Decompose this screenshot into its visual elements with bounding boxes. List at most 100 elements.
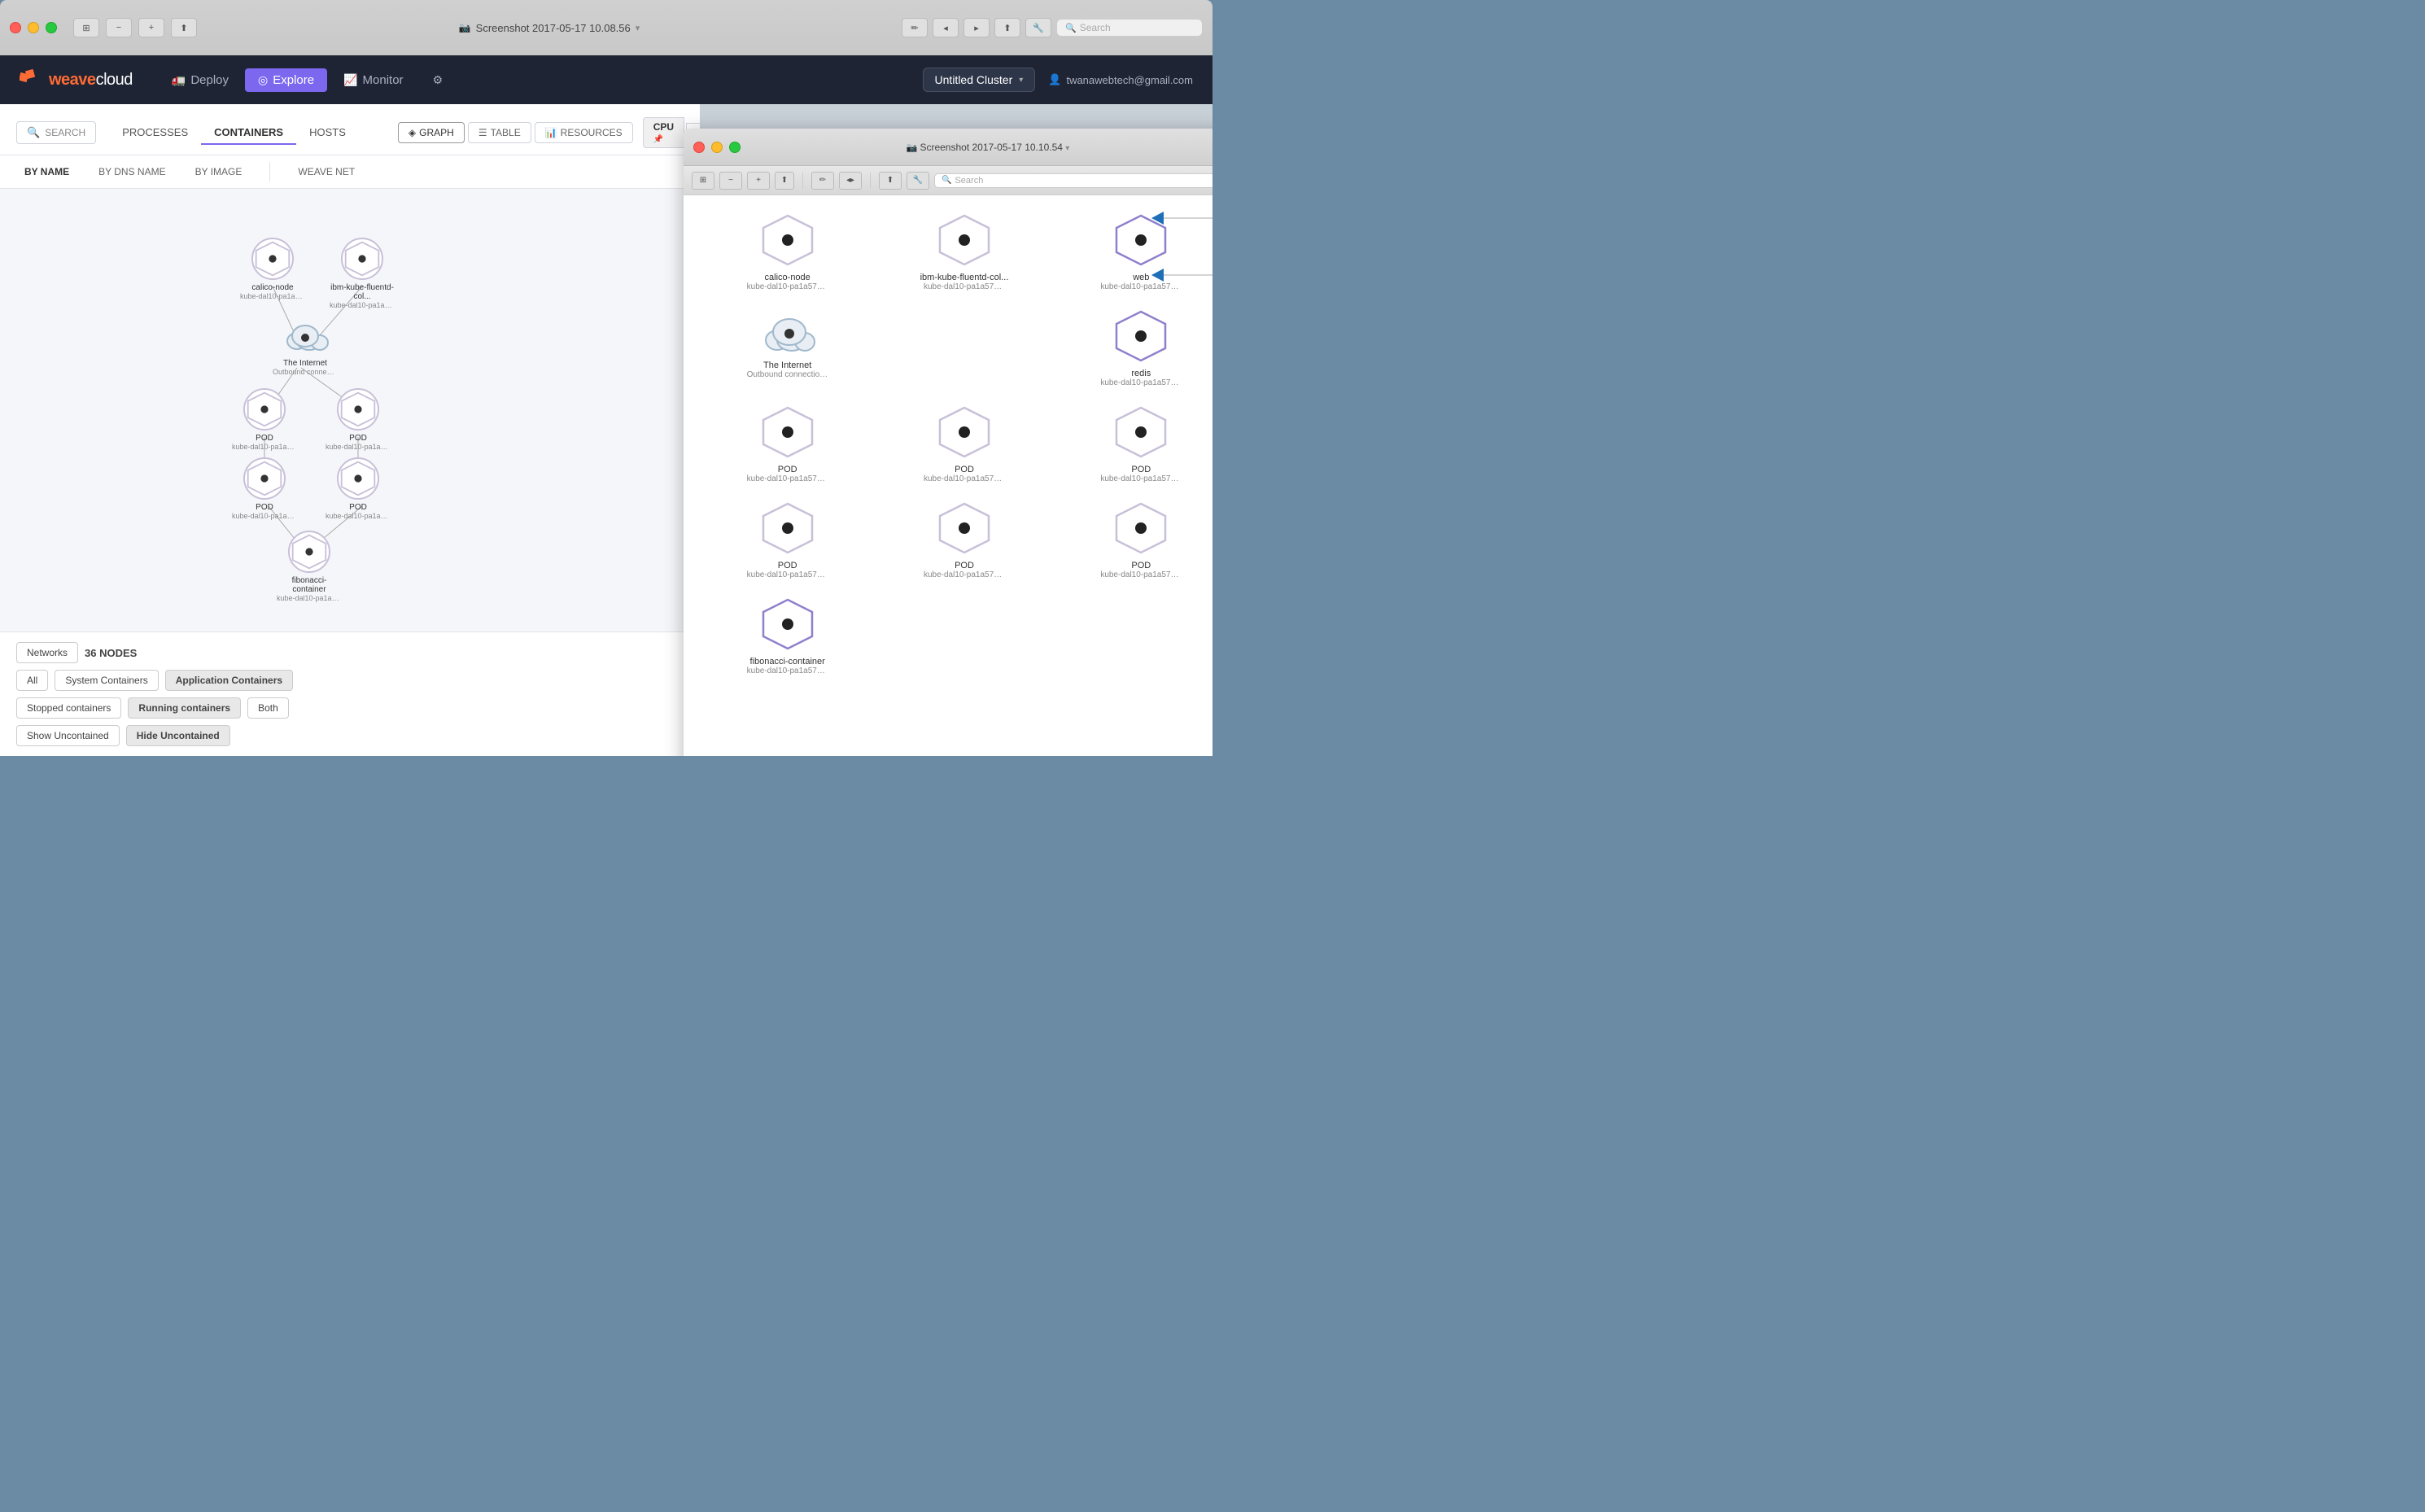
nav-links: 🚛 Deploy ◎ Explore 📈 Monitor ⚙ (159, 68, 923, 92)
node-ibm-kube[interactable]: ibm-kube-fluentd-col... kube-dal10-pa1a5… (330, 238, 395, 309)
sub-tab-byimage[interactable]: BY IMAGE (187, 163, 251, 181)
sw-zoom-out[interactable]: − (719, 172, 742, 190)
tab-hosts[interactable]: HOSTS (296, 121, 359, 145)
sw-search-input[interactable]: 🔍 Search (934, 173, 1212, 188)
ibm-kube-label: ibm-kube-fluentd-col... (330, 283, 395, 301)
cluster-selector[interactable]: Untitled Cluster ▾ (923, 68, 1036, 92)
nav-bar: weavecloud 🚛 Deploy ◎ Explore 📈 Monitor … (0, 55, 1212, 104)
deploy-icon: 🚛 (172, 73, 186, 87)
sw-action[interactable]: ⬆ (879, 172, 902, 190)
node-calico[interactable]: calico-node kube-dal10-pa1a57d4f14... (240, 238, 305, 300)
grid-node-pod-g6[interactable]: POD kube-dal10-pa1a57d4f14... (1057, 500, 1212, 579)
state-running[interactable]: Running containers (128, 697, 241, 719)
filter-application[interactable]: Application Containers (165, 670, 293, 691)
nav-link-explore[interactable]: ◎ Explore (245, 68, 327, 92)
ibm-kube-sublabel: kube-dal10-pa1a57d4f14... (330, 301, 395, 309)
nodes-count: 36 NODES (85, 647, 137, 659)
sub-tab-bydns[interactable]: BY DNS NAME (90, 163, 173, 181)
sw-sidebar-toggle[interactable]: ⊞ (692, 172, 714, 190)
sw-tools[interactable]: 🔧 (907, 172, 929, 190)
view-tab-resources[interactable]: 📊 RESOURCES (535, 122, 633, 143)
graph-area: calico-node kube-dal10-pa1a57d4f14... ib… (0, 189, 700, 631)
nav-link-monitor[interactable]: 📈 Monitor (330, 68, 416, 92)
second-close[interactable] (693, 142, 705, 153)
second-fullscreen[interactable] (729, 142, 741, 153)
metric-tab-cpu[interactable]: CPU 📌 (643, 117, 684, 148)
zoom-out-button[interactable]: − (106, 18, 132, 37)
hide-uncontained[interactable]: Hide Uncontained (126, 725, 230, 746)
tab-containers[interactable]: CONTAINERS (201, 121, 296, 145)
mac-toolbar: ⊞ − + ⬆ (73, 18, 197, 37)
mac-search-bar[interactable]: 🔍 Search (1056, 19, 1203, 37)
node-pod1[interactable]: POD kube-dal10-pa1a57d4f14... (232, 388, 297, 451)
pod1-label: POD (256, 434, 273, 443)
grid-node-calico[interactable]: calico-node kube-dal10-pa1a57d4f14... (703, 212, 872, 291)
mac-toolbar-right: ✏ ◂ ▸ ⬆ 🔧 🔍 Search (902, 18, 1203, 37)
forward-button[interactable]: ▸ (963, 18, 990, 37)
filter-system[interactable]: System Containers (55, 670, 158, 691)
state-both[interactable]: Both (247, 697, 289, 719)
nav-link-settings[interactable]: ⚙ (420, 68, 457, 92)
pod1-shape (243, 388, 286, 430)
grid-node-pod-g2[interactable]: POD kube-dal10-pa1a57d4f14... (880, 404, 1048, 483)
show-uncontained[interactable]: Show Uncontained (16, 725, 120, 746)
logo-text: weavecloud (49, 71, 133, 90)
node-pod3[interactable]: POD kube-dal10-pa1a57d4f14... (232, 457, 297, 520)
grid-node-pod-g4[interactable]: POD kube-dal10-pa1a57d4f14... (703, 500, 872, 579)
minimize-button[interactable] (28, 22, 39, 33)
sub-tab-byname[interactable]: BY NAME (16, 163, 77, 181)
right-panel: 📷 Screenshot 2017-05-17 10.10.54 ▾ ⊞ − +… (700, 104, 1212, 756)
zoom-in-button[interactable]: + (138, 18, 164, 37)
sw-edit[interactable]: ✏ (811, 172, 834, 190)
networks-row: Networks 36 NODES (16, 642, 684, 663)
state-stopped[interactable]: Stopped containers (16, 697, 121, 719)
sw-share[interactable]: ⬆ (775, 172, 794, 190)
edit-button[interactable]: ✏ (902, 18, 928, 37)
nav-right: Untitled Cluster ▾ 👤 twanawebtech@gmail.… (923, 68, 1193, 92)
grid-node-fibonacci-2[interactable]: fibonacci-container kube-dal10-pa1a57d4f… (703, 596, 872, 675)
node-fibonacci[interactable]: fibonacci-container kube-dal10-pa1a57d4f… (277, 531, 342, 602)
chevron-down-icon: ▾ (1019, 76, 1023, 85)
tab-processes[interactable]: PROCESSES (109, 121, 201, 145)
sw-zoom-in[interactable]: + (747, 172, 770, 190)
internet-sublabel: Outbound connections (273, 368, 338, 376)
grid-node-web[interactable]: web kube-dal10-pa1a57d4f14... (1057, 212, 1212, 291)
node-internet[interactable]: The Internet Outbound connections (273, 315, 338, 376)
action-button[interactable]: ⬆ (994, 18, 1020, 37)
top-toolbar: 🔍 SEARCH PROCESSES CONTAINERS HOSTS (0, 104, 700, 155)
sidebar-toggle-button[interactable]: ⊞ (73, 18, 99, 37)
grid-node-pod-g3[interactable]: POD kube-dal10-pa1a57d4f14... (1057, 404, 1212, 483)
bottom-controls: Networks 36 NODES All System Containers … (0, 631, 700, 756)
second-minimize[interactable] (711, 142, 723, 153)
pod4-label: POD (349, 503, 367, 512)
view-tab-graph[interactable]: ◈ GRAPH (398, 122, 465, 143)
grid-node-pod-g5[interactable]: POD kube-dal10-pa1a57d4f14... (880, 500, 1048, 579)
graph-icon: ◈ (409, 127, 416, 138)
pod1-sublabel: kube-dal10-pa1a57d4f14... (232, 443, 297, 451)
search-input[interactable]: 🔍 SEARCH (16, 121, 96, 144)
filter-all[interactable]: All (16, 670, 48, 691)
nav-link-deploy[interactable]: 🚛 Deploy (159, 68, 242, 92)
grid-node-pod-g1[interactable]: POD kube-dal10-pa1a57d4f14... (703, 404, 872, 483)
mac-titlebar: ⊞ − + ⬆ 📷 Screenshot 2017-05-17 10.08.56… (0, 0, 1212, 55)
grid-node-internet[interactable]: The Internet Outbound connections (703, 308, 872, 387)
view-tab-table[interactable]: ☰ TABLE (468, 122, 531, 143)
sub-tab-weavenet[interactable]: WEAVE NET (290, 163, 363, 181)
close-button[interactable] (10, 22, 21, 33)
tools-button[interactable]: 🔧 (1025, 18, 1051, 37)
settings-icon: ⚙ (433, 73, 443, 87)
traffic-lights (10, 22, 57, 33)
node-pod4[interactable]: POD kube-dal10-pa1a57d4f14... (326, 457, 391, 520)
grid-node-redis[interactable]: redis kube-dal10-pa1a57d4f14... (1057, 308, 1212, 387)
node-pod2[interactable]: POD kube-dal10-pa1a57d4f14... (326, 388, 391, 451)
pod3-sublabel: kube-dal10-pa1a57d4f14... (232, 512, 297, 520)
share-button[interactable]: ⬆ (171, 18, 197, 37)
grid-node-ibm[interactable]: ibm-kube-fluentd-col... kube-dal10-pa1a5… (880, 212, 1048, 291)
fullscreen-button[interactable] (46, 22, 57, 33)
second-window-chrome: 📷 Screenshot 2017-05-17 10.10.54 ▾ (684, 129, 1212, 166)
pin-icon: 📌 (653, 135, 663, 144)
sw-back[interactable]: ◂▸ (839, 172, 862, 190)
networks-button[interactable]: Networks (16, 642, 78, 663)
back-button[interactable]: ◂ (933, 18, 959, 37)
nodes-grid: calico-node kube-dal10-pa1a57d4f14... ib… (684, 195, 1212, 756)
